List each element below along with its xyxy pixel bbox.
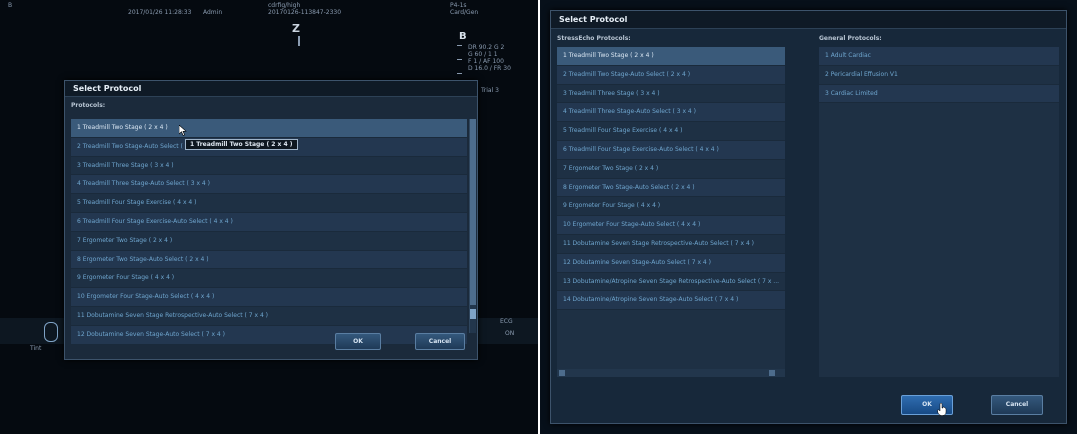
stress-item-9[interactable]: 9 Ergometer Four Stage ( 4 x 4 ) — [557, 197, 785, 217]
protocol-item-8[interactable]: 8 Ergometer Two Stage-Auto Select ( 2 x … — [71, 250, 467, 270]
depth-marker — [298, 36, 300, 46]
stress-item-12[interactable]: 12 Dobutamine Seven Stage-Auto Select ( … — [557, 253, 785, 273]
general-protocol-list: 1 Adult Cardiac 2 Pericardial Effusion V… — [819, 47, 1059, 377]
protocol-item-12[interactable]: 12 Dobutamine Seven Stage-Auto Select ( … — [71, 325, 467, 345]
header-device: cdrfig/high — [268, 2, 301, 9]
protocol-item-5[interactable]: 5 Treadmill Four Stage Exercise ( 4 x 4 … — [71, 194, 467, 213]
stress-item-11[interactable]: 11 Dobutamine Seven Stage Retrospective-… — [557, 235, 785, 254]
mouse-pointer-icon — [179, 125, 187, 136]
zoom-indicator: Z — [292, 22, 300, 35]
side-label-on: ON — [505, 330, 515, 337]
stress-protocols-label: StressEcho Protocols: — [557, 35, 631, 42]
item-tooltip: 1 Treadmill Two Stage ( 2 x 4 ) — [185, 139, 298, 150]
param-2: G 60 / 1 1 — [468, 51, 498, 58]
stress-item-2[interactable]: 2 Treadmill Two Stage-Auto Select ( 2 x … — [557, 65, 785, 85]
header-preset: Card/Gen — [450, 9, 479, 16]
header-user: Admin — [203, 9, 223, 16]
general-item-1[interactable]: 1 Adult Cardiac — [819, 47, 1059, 66]
stress-item-10[interactable]: 10 Ergometer Four Stage-Auto Select ( 4 … — [557, 216, 785, 235]
protocol-item-9[interactable]: 9 Ergometer Four Stage ( 4 x 4 ) — [71, 269, 467, 289]
scroll-right-arrow-icon[interactable] — [769, 370, 775, 376]
stress-item-14[interactable]: 14 Dobutamine/Atropine Seven Stage-Auto … — [557, 291, 785, 311]
dialog-title-right: Select Protocol — [551, 11, 1066, 29]
ok-button[interactable]: OK — [335, 333, 381, 350]
header-exam-id: 20170126-113847-2330 — [268, 9, 342, 16]
scrollbar-thumb[interactable] — [470, 119, 476, 305]
protocol-list: 1 Treadmill Two Stage ( 2 x 4 ) 2 Treadm… — [71, 119, 467, 345]
general-item-2[interactable]: 2 Pericardial Effusion V1 — [819, 66, 1059, 85]
protocol-list-scrollbar[interactable] — [469, 119, 476, 333]
protocol-item-11[interactable]: 11 Dobutamine Seven Stage Retrospective-… — [71, 307, 467, 326]
scroll-down-arrow-icon[interactable] — [470, 309, 476, 319]
side-label-tint: Tint — [30, 345, 42, 352]
param-5: Trial 3 — [481, 87, 499, 94]
param-4: D 16.0 / FR 30 — [468, 65, 511, 72]
header-probe: P4-1s — [450, 2, 467, 9]
cancel-button[interactable]: Cancel — [415, 333, 465, 350]
param-1: DR 90.2 G 2 — [468, 44, 505, 51]
right-screen: Select Protocol StressEcho Protocols: Ge… — [540, 0, 1077, 434]
protocols-label: Protocols: — [71, 102, 106, 109]
horizontal-scrollbar[interactable] — [557, 369, 785, 377]
select-protocol-dialog-expanded: Select Protocol StressEcho Protocols: Ge… — [550, 10, 1067, 424]
general-item-3[interactable]: 3 Cardiac Limited — [819, 84, 1059, 104]
stress-item-13[interactable]: 13 Dobutamine/Atropine Seven Stage Retro… — [557, 273, 785, 292]
protocol-item-6[interactable]: 6 Treadmill Four Stage Exercise-Auto Sel… — [71, 212, 467, 232]
stress-item-8[interactable]: 8 Ergometer Two Stage-Auto Select ( 2 x … — [557, 178, 785, 198]
header-datetime: 2017/01/26 11:28:33 — [128, 9, 192, 16]
dialog-title: Select Protocol — [65, 81, 477, 97]
left-header-mark: B — [8, 2, 13, 9]
protocol-item-4[interactable]: 4 Treadmill Three Stage-Auto Select ( 3 … — [71, 175, 467, 195]
stress-item-5[interactable]: 5 Treadmill Four Stage Exercise ( 4 x 4 … — [557, 122, 785, 141]
left-screen: B 2017/01/26 11:28:33 Admin cdrfig/high … — [0, 0, 538, 434]
protocol-item-10[interactable]: 10 Ergometer Four Stage-Auto Select ( 4 … — [71, 288, 467, 307]
cancel-button-right[interactable]: Cancel — [991, 395, 1043, 415]
protocol-item-1[interactable]: 1 Treadmill Two Stage ( 2 x 4 ) — [71, 119, 467, 138]
stress-item-3[interactable]: 3 Treadmill Three Stage ( 3 x 4 ) — [557, 85, 785, 104]
select-protocol-dialog: Select Protocol Protocols: 1 Treadmill T… — [64, 80, 478, 360]
protocol-item-3[interactable]: 3 Treadmill Three Stage ( 3 x 4 ) — [71, 157, 467, 176]
scroll-left-arrow-icon[interactable] — [559, 370, 565, 376]
param-3: F 1 / AF 100 — [468, 58, 504, 65]
hand-cursor-icon — [937, 403, 947, 416]
stress-item-7[interactable]: 7 Ergometer Two Stage ( 2 x 4 ) — [557, 160, 785, 179]
mode-label: B — [459, 31, 467, 42]
general-protocols-label: General Protocols: — [819, 35, 882, 42]
stress-item-4[interactable]: 4 Treadmill Three Stage-Auto Select ( 3 … — [557, 103, 785, 123]
side-label-ecg: ECG — [500, 318, 513, 325]
trackball-icon[interactable] — [44, 322, 58, 342]
stress-protocol-list: 1 Treadmill Two Stage ( 2 x 4 ) 2 Treadm… — [557, 47, 785, 377]
stress-item-6[interactable]: 6 Treadmill Four Stage Exercise-Auto Sel… — [557, 140, 785, 160]
protocol-item-7[interactable]: 7 Ergometer Two Stage ( 2 x 4 ) — [71, 232, 467, 251]
stress-item-1[interactable]: 1 Treadmill Two Stage ( 2 x 4 ) — [557, 47, 785, 66]
